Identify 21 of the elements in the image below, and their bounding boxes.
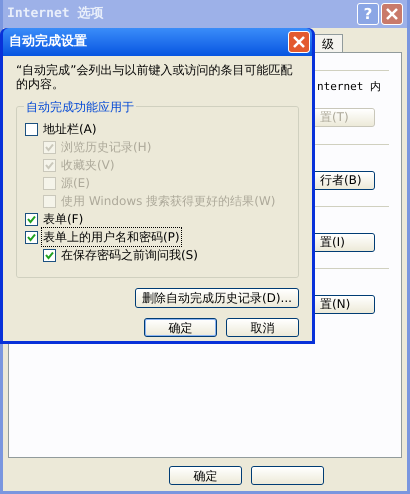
- checkbox-label[interactable]: 在保存密码之前询问我(S): [60, 246, 199, 264]
- window-title: Internet 选项: [7, 5, 104, 24]
- checkbox[interactable]: [43, 248, 56, 262]
- delete-history-button[interactable]: 删除自动完成历史记录(D)...: [134, 288, 299, 308]
- close-icon[interactable]: [288, 31, 310, 53]
- checkbox-label[interactable]: 地址栏(A): [42, 120, 98, 138]
- checkbox[interactable]: [25, 230, 38, 244]
- checkbox[interactable]: [25, 122, 38, 136]
- checkbox-label[interactable]: 表单上的用户名和密码(P): [42, 228, 181, 246]
- ok-button[interactable]: 确定: [144, 318, 217, 337]
- dialog-button[interactable]: [251, 466, 324, 485]
- dialog-title: 自动完成设置: [9, 32, 87, 52]
- tab[interactable]: 级: [313, 34, 343, 52]
- description-text: “自动完成”会列出与以前键入或访问的条目可能匹配的内容。: [16, 63, 294, 91]
- description-text: nternet 内: [317, 79, 382, 95]
- checkbox-label[interactable]: 表单(F): [42, 210, 84, 228]
- cancel-button[interactable]: 取消: [226, 318, 299, 337]
- close-icon[interactable]: [381, 3, 403, 25]
- ok-button[interactable]: 确定: [169, 466, 242, 485]
- group-title: 自动完成功能应用于: [24, 98, 136, 116]
- checkbox[interactable]: [25, 212, 38, 226]
